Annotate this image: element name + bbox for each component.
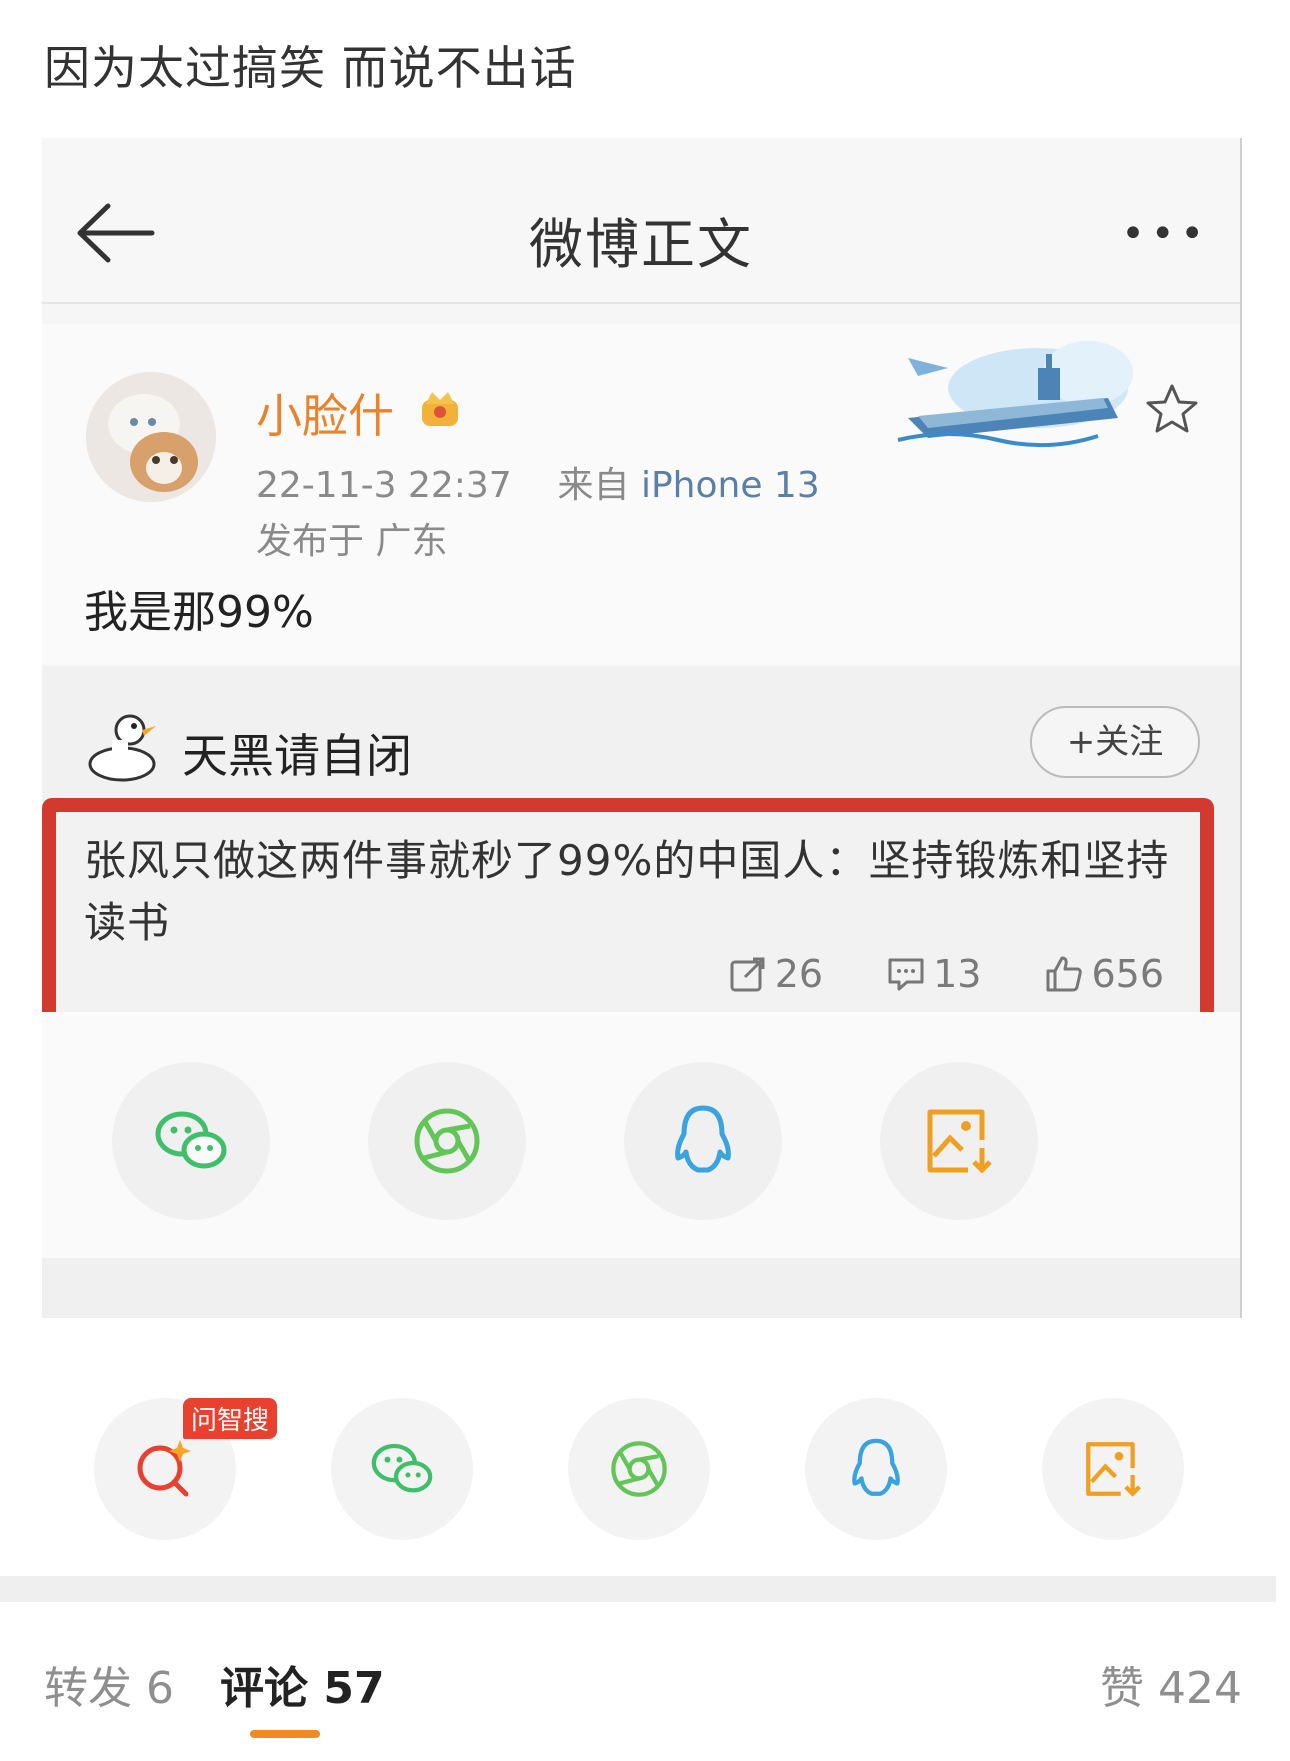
- quote-stats: 26 13 656: [727, 952, 1164, 996]
- share-moments-button[interactable]: [568, 1398, 710, 1540]
- moments-icon: [611, 1441, 667, 1497]
- comment-icon: [888, 958, 924, 991]
- active-tab-indicator: [250, 1730, 320, 1738]
- more-icon: •••: [1121, 211, 1210, 257]
- share-wechat-button-a[interactable]: [112, 1062, 270, 1220]
- save-image-button-a[interactable]: [880, 1062, 1038, 1220]
- post-text: 我是那99%: [84, 587, 314, 638]
- tab-comments[interactable]: 评论 57: [220, 1652, 385, 1716]
- nav-title: 微博正文: [529, 213, 753, 276]
- tab-comments-label: 评论: [220, 1663, 308, 1714]
- tab-likes[interactable]: 赞 424: [1100, 1652, 1242, 1716]
- embedded-screenshot: 微博正文 ••• 小脸什 22-11-3 22:37 来自 iPhone 13: [42, 138, 1242, 1318]
- save-image-icon: [1086, 1442, 1141, 1497]
- highlighted-quote: 张风只做这两件事就秒了99%的中国人：坚持锻炼和坚持读书 26 13 656: [42, 798, 1214, 1030]
- ai-search-icon: [137, 1440, 191, 1497]
- screenshot-share-row: [42, 1012, 1240, 1258]
- username: 小脸什: [256, 389, 394, 443]
- weibo-nav-bar: 微博正文 •••: [42, 138, 1240, 304]
- repost-stat[interactable]: 26: [727, 952, 823, 996]
- qq-icon: [852, 1438, 900, 1496]
- moments-icon: [414, 1108, 480, 1174]
- source-prefix: 来自: [557, 465, 630, 506]
- thumbs-up-icon: [1046, 956, 1083, 992]
- wechat-icon: [155, 1111, 227, 1169]
- comment-count: 13: [933, 952, 982, 996]
- wechat-icon: [371, 1443, 433, 1493]
- duck-avatar-icon: [88, 714, 156, 782]
- post-meta: 22-11-3 22:37 来自 iPhone 13: [256, 456, 820, 508]
- share-qq-button-a[interactable]: [624, 1062, 782, 1220]
- repost-author[interactable]: 天黑请自闭: [182, 720, 412, 786]
- like-stat[interactable]: 656: [1043, 952, 1164, 996]
- section-divider: [0, 1576, 1276, 1602]
- share-wechat-button[interactable]: [331, 1398, 473, 1540]
- carrier-decoration-icon: [897, 341, 1133, 448]
- post-time: 22-11-3 22:37: [256, 465, 512, 506]
- quote-text: 张风只做这两件事就秒了99%的中国人：坚持锻炼和坚持读书: [84, 836, 1170, 947]
- qq-icon: [675, 1105, 731, 1173]
- share-qq-button[interactable]: [805, 1398, 947, 1540]
- post-location: 发布于 广东: [256, 521, 448, 562]
- repost-icon: [730, 957, 765, 992]
- device-link[interactable]: iPhone 13: [641, 465, 820, 506]
- interaction-tabs: 转发 6 评论 57 赞 424: [0, 1602, 1276, 1761]
- quoted-post[interactable]: 天黑请自闭 +关注 张风只做这两件事就秒了99%的中国人：坚持锻炼和坚持读书 2…: [42, 666, 1240, 1030]
- tab-comments-count: 57: [323, 1663, 385, 1714]
- weibo-post: 小脸什 22-11-3 22:37 来自 iPhone 13 发布于 广东 我是…: [42, 324, 1240, 664]
- follow-button[interactable]: +关注: [1030, 706, 1200, 778]
- like-count: 656: [1091, 952, 1164, 996]
- post-caption: 因为太过搞笑 而说不出话: [44, 41, 577, 95]
- share-moments-button-a[interactable]: [368, 1062, 526, 1220]
- screenshot-bottom-bar: [42, 1258, 1240, 1318]
- user-avatar: [86, 372, 216, 502]
- repost-count: 26: [774, 952, 824, 996]
- star-icon[interactable]: [1142, 380, 1202, 440]
- ai-search-badge: 问智搜: [183, 1398, 278, 1439]
- save-image-button[interactable]: [1042, 1398, 1184, 1540]
- comment-stat[interactable]: 13: [885, 952, 981, 996]
- tab-reposts[interactable]: 转发 6: [44, 1652, 174, 1716]
- crown-badge-icon: [422, 392, 458, 426]
- save-image-icon: [927, 1109, 992, 1174]
